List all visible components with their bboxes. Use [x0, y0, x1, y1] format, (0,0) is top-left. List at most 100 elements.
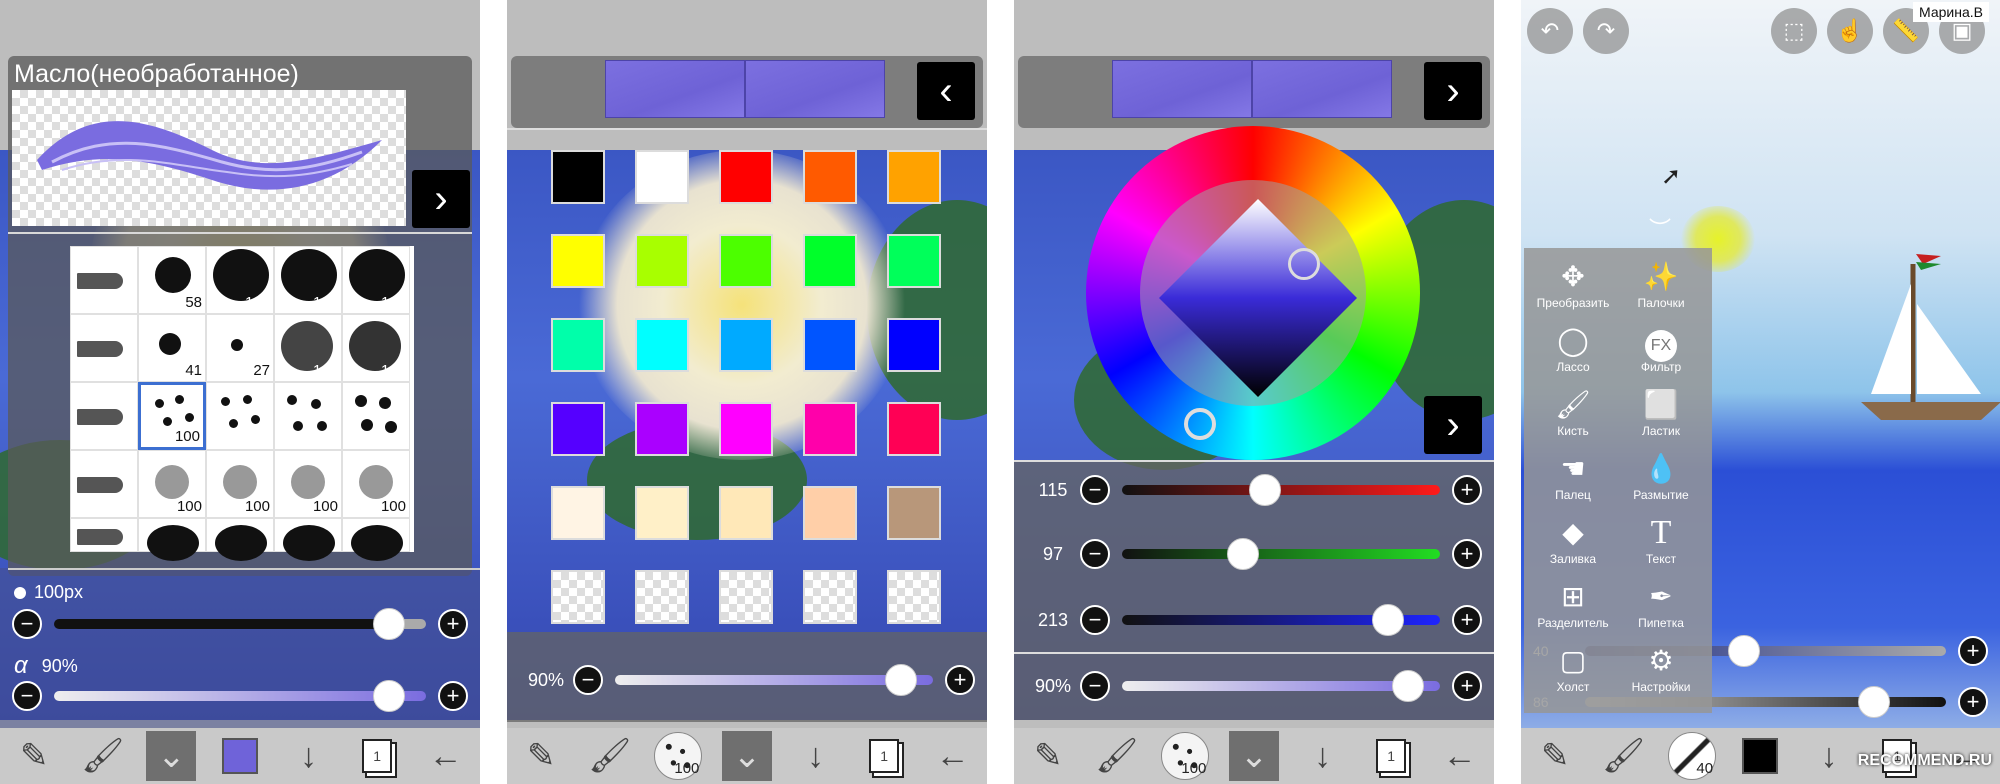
- collapse-chevron-icon[interactable]: ⌄: [146, 731, 197, 781]
- brush-preset-cell[interactable]: 27: [206, 314, 274, 382]
- size-slider-knob[interactable]: [1727, 635, 1760, 667]
- brush-preset-cell[interactable]: [206, 382, 274, 450]
- menu-item-fx[interactable]: FX Фильтр: [1616, 322, 1706, 374]
- menu-item-magic-wand[interactable]: ✨ Палочки: [1616, 258, 1706, 310]
- back-arrow-icon[interactable]: ←: [928, 731, 978, 781]
- palette-color-swatch[interactable]: [887, 486, 941, 540]
- hand-icon[interactable]: ☝: [1827, 8, 1873, 54]
- brush-icon[interactable]: 🖌: [1599, 731, 1649, 781]
- blue-plus-button[interactable]: +: [1452, 605, 1482, 635]
- down-arrow-icon[interactable]: ↓: [1298, 731, 1348, 781]
- blue-minus-button[interactable]: −: [1080, 605, 1110, 635]
- palette-color-swatch[interactable]: [551, 486, 605, 540]
- color-swatch-button[interactable]: [215, 731, 265, 781]
- brush-preset-cell[interactable]: 100: [342, 246, 410, 314]
- opacity-plus-button[interactable]: +: [945, 665, 975, 695]
- menu-item-text[interactable]: T Текст: [1616, 514, 1706, 566]
- palette-color-swatch[interactable]: [635, 486, 689, 540]
- palette-color-swatch[interactable]: [803, 402, 857, 456]
- palette-color-swatch[interactable]: [551, 318, 605, 372]
- brush-preset-cell[interactable]: [70, 246, 138, 314]
- opacity-slider-knob[interactable]: [1392, 670, 1425, 702]
- brush-preset-cell[interactable]: 100: [342, 314, 410, 382]
- brush-preset-cell[interactable]: [70, 518, 138, 552]
- brush-size-button[interactable]: 40: [1667, 731, 1717, 781]
- color-tab-secondary[interactable]: [1252, 60, 1392, 118]
- menu-item-drop[interactable]: 💧 Размытие: [1616, 450, 1706, 502]
- alpha-slider[interactable]: [54, 680, 426, 712]
- redo-icon[interactable]: ↷: [1583, 8, 1629, 54]
- brush-preset-cell[interactable]: 58: [138, 246, 206, 314]
- palette-color-swatch[interactable]: [551, 234, 605, 288]
- color-swatch-button[interactable]: [1735, 731, 1785, 781]
- menu-item-finger[interactable]: ☚ Палец: [1528, 450, 1618, 502]
- palette-color-swatch[interactable]: [887, 150, 941, 204]
- menu-item-fill[interactable]: ◆ Заливка: [1528, 514, 1618, 566]
- palette-empty-swatch[interactable]: [635, 570, 689, 624]
- size-plus-button[interactable]: +: [1958, 636, 1988, 666]
- alpha-plus-button[interactable]: +: [1958, 687, 1988, 717]
- hue-picker-handle[interactable]: [1184, 408, 1216, 440]
- palette-empty-swatch[interactable]: [803, 570, 857, 624]
- brush-preset-cell[interactable]: [342, 518, 410, 561]
- size-slider-knob[interactable]: [372, 608, 405, 640]
- brush-preset-cell[interactable]: [70, 382, 138, 450]
- layers-button[interactable]: 1: [1366, 731, 1416, 781]
- palette-color-swatch[interactable]: [887, 234, 941, 288]
- brush-preset-cell[interactable]: [70, 450, 138, 518]
- brush-preset-cell[interactable]: [274, 518, 342, 561]
- collapse-chevron-icon[interactable]: ⌄: [1228, 731, 1279, 781]
- color-tab-secondary[interactable]: [745, 60, 885, 118]
- red-minus-button[interactable]: −: [1080, 475, 1110, 505]
- opacity-slider[interactable]: [1122, 670, 1440, 702]
- palette-color-swatch[interactable]: [719, 234, 773, 288]
- palette-color-swatch[interactable]: [635, 402, 689, 456]
- palette-color-swatch[interactable]: [551, 150, 605, 204]
- blue-slider[interactable]: [1122, 604, 1440, 636]
- green-plus-button[interactable]: +: [1452, 539, 1482, 569]
- palette-color-swatch[interactable]: [803, 318, 857, 372]
- brush-icon[interactable]: 🖌: [78, 731, 128, 781]
- red-slider[interactable]: [1122, 474, 1440, 506]
- undo-icon[interactable]: ↶: [1527, 8, 1573, 54]
- palette-empty-swatch[interactable]: [719, 570, 773, 624]
- size-slider[interactable]: [54, 608, 426, 640]
- opacity-plus-button[interactable]: +: [1452, 671, 1482, 701]
- selected-brush-preset-cell[interactable]: 100: [138, 382, 206, 450]
- color-tab-primary[interactable]: [605, 60, 745, 118]
- red-plus-button[interactable]: +: [1452, 475, 1482, 505]
- palette-color-swatch[interactable]: [887, 318, 941, 372]
- palette-color-swatch[interactable]: [719, 318, 773, 372]
- menu-item-gear[interactable]: ⚙ Настройки: [1616, 642, 1706, 694]
- brush-preset-cell[interactable]: 100: [274, 246, 342, 314]
- layers-button[interactable]: 1: [352, 731, 402, 781]
- palette-color-swatch[interactable]: [635, 234, 689, 288]
- color-tab-primary[interactable]: [1112, 60, 1252, 118]
- sv-picker-handle[interactable]: [1288, 248, 1320, 280]
- palette-color-swatch[interactable]: [719, 402, 773, 456]
- menu-item-canvas[interactable]: ▢ Холст: [1528, 642, 1618, 694]
- green-slider-knob[interactable]: [1226, 538, 1259, 570]
- menu-item-eraser[interactable]: ⬜ Ластик: [1616, 386, 1706, 438]
- down-arrow-icon[interactable]: ↓: [791, 731, 841, 781]
- blue-slider-knob[interactable]: [1371, 604, 1404, 636]
- palette-color-swatch[interactable]: [887, 402, 941, 456]
- collapse-chevron-icon[interactable]: ⌄: [721, 731, 772, 781]
- selection-icon[interactable]: ⬚: [1771, 8, 1817, 54]
- palette-color-swatch[interactable]: [803, 486, 857, 540]
- green-slider[interactable]: [1122, 538, 1440, 570]
- back-arrow-icon[interactable]: ←: [421, 731, 471, 781]
- palette-color-swatch[interactable]: [635, 318, 689, 372]
- brush-icon[interactable]: 🖌: [1092, 731, 1142, 781]
- menu-item-move-arrows[interactable]: ✥ Преобразить: [1528, 258, 1618, 310]
- brush-preset-cell[interactable]: 100: [206, 246, 274, 314]
- menu-item-divider[interactable]: ⊞ Разделитель: [1528, 578, 1618, 630]
- brush-preset-cell[interactable]: [206, 518, 274, 561]
- brush-preset-cell[interactable]: [138, 518, 206, 561]
- palette-empty-swatch[interactable]: [551, 570, 605, 624]
- brush-preset-cell[interactable]: 100: [138, 450, 206, 518]
- tool-select-icon[interactable]: ✎: [1023, 731, 1073, 781]
- red-slider-knob[interactable]: [1249, 474, 1282, 506]
- alpha-plus-button[interactable]: +: [438, 681, 468, 711]
- brush-preset-cell[interactable]: [274, 382, 342, 450]
